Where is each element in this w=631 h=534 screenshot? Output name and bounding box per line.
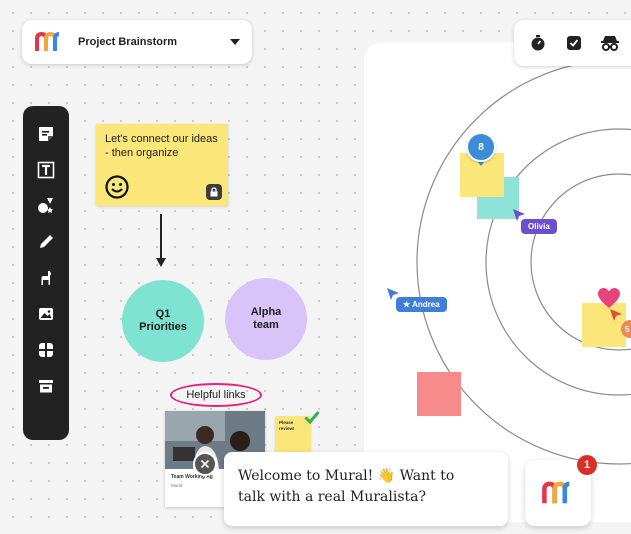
check-icon — [304, 411, 320, 424]
chevron-down-icon[interactable] — [230, 39, 240, 45]
pen-tool[interactable] — [31, 227, 61, 257]
pink-sticky[interactable] — [417, 372, 461, 416]
lock-button[interactable] — [206, 184, 222, 200]
circle-q1-priorities[interactable]: Q1 Priorities — [122, 280, 204, 362]
incognito-icon — [601, 36, 619, 51]
comment-pin[interactable]: 8 — [466, 132, 496, 162]
mural-logo-icon — [35, 31, 60, 51]
shapes-icon — [38, 198, 53, 213]
voting-button[interactable] — [564, 33, 584, 53]
llama-icon — [41, 271, 51, 285]
templates-tool[interactable] — [31, 335, 61, 365]
checkbox-icon — [567, 36, 581, 50]
timer-icon — [531, 35, 545, 51]
arrow-head-icon — [156, 258, 166, 267]
chat-message-line: Welcome to Mural! 👋 Want to — [238, 468, 455, 484]
image-tool[interactable] — [31, 299, 61, 329]
smiley-icon — [105, 175, 129, 199]
close-chat-button[interactable] — [193, 452, 217, 476]
pencil-icon — [40, 235, 53, 248]
frame-icon — [39, 380, 53, 393]
sticky-note[interactable]: Let's connect our ideas - then organize — [96, 124, 228, 206]
sticky-note-tool[interactable] — [31, 119, 61, 149]
cursor-red-icon — [610, 309, 622, 321]
grid-icon — [39, 343, 53, 357]
frames-tool[interactable] — [31, 371, 61, 401]
cursor-tag-andrea: ★ Andrea — [396, 297, 447, 312]
shapes-tool[interactable] — [31, 191, 61, 221]
notification-badge: 1 — [577, 455, 597, 475]
sticky-note-icon — [39, 127, 53, 141]
project-title: Project Brainstorm — [78, 36, 178, 48]
chat-message-line: talk with a real Muralista? — [238, 489, 426, 505]
mural-logo-icon — [542, 481, 570, 504]
connector-line[interactable] — [160, 214, 162, 260]
pin-count: 8 — [478, 141, 484, 153]
project-header[interactable]: Project Brainstorm — [22, 20, 252, 64]
circle-label: Alpha team — [250, 306, 282, 331]
private-mode-button[interactable] — [600, 33, 620, 53]
heart-icon — [598, 288, 620, 308]
sticky-note-text: Let's connect our ideas - then organize — [105, 133, 218, 159]
text-tool[interactable] — [31, 155, 61, 185]
circle-alpha-team[interactable]: Alpha team — [225, 278, 307, 360]
circle-label: Q1 Priorities — [139, 308, 187, 333]
close-icon — [200, 459, 210, 469]
lock-icon — [210, 187, 218, 197]
cursor-tag-olivia: Olivia — [521, 219, 557, 234]
image-icon — [39, 308, 53, 320]
left-toolbar — [23, 106, 69, 440]
text-icon — [37, 161, 55, 179]
icons-tool[interactable] — [31, 263, 61, 293]
chat-welcome-message[interactable]: Welcome to Mural! 👋 Want to talk with a … — [224, 452, 508, 526]
canvas-panel — [364, 42, 631, 522]
timer-button[interactable] — [528, 33, 548, 53]
helpful-links-label[interactable]: Helpful links — [170, 383, 262, 407]
top-toolbar — [514, 20, 631, 66]
